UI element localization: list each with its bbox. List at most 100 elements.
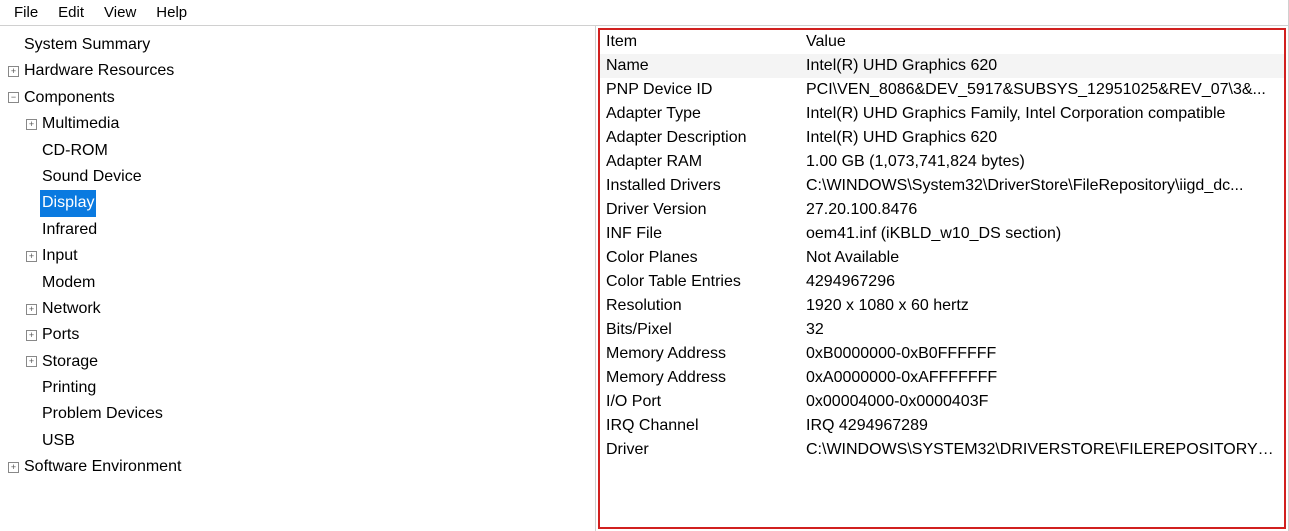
cell-item: Resolution bbox=[600, 294, 800, 318]
tree-item-cd-rom[interactable]: CD-ROM bbox=[8, 138, 591, 164]
tree-item-hardware-resources[interactable]: +Hardware Resources bbox=[8, 58, 591, 84]
cell-value: Not Available bbox=[800, 246, 1284, 270]
cell-value: 0x00004000-0x0000403F bbox=[800, 390, 1284, 414]
tree-item-label: Multimedia bbox=[40, 111, 121, 137]
table-row[interactable]: Adapter RAM1.00 GB (1,073,741,824 bytes) bbox=[600, 150, 1284, 174]
tree-item-components[interactable]: −Components bbox=[8, 85, 591, 111]
cell-item: Adapter Type bbox=[600, 102, 800, 126]
menu-view[interactable]: View bbox=[96, 2, 144, 23]
cell-item: INF File bbox=[600, 222, 800, 246]
menu-file[interactable]: File bbox=[6, 2, 46, 23]
expand-icon[interactable]: + bbox=[26, 119, 37, 130]
tree-item-sound-device[interactable]: Sound Device bbox=[8, 164, 591, 190]
cell-value: 0xA0000000-0xAFFFFFFF bbox=[800, 366, 1284, 390]
expander-spacer bbox=[8, 40, 19, 51]
cell-value: oem41.inf (iKBLD_w10_DS section) bbox=[800, 222, 1284, 246]
cell-value: 0xB0000000-0xB0FFFFFF bbox=[800, 342, 1284, 366]
details-table[interactable]: Item Value NameIntel(R) UHD Graphics 620… bbox=[600, 30, 1284, 462]
menu-edit[interactable]: Edit bbox=[50, 2, 92, 23]
cell-item: Memory Address bbox=[600, 342, 800, 366]
tree-item-usb[interactable]: USB bbox=[8, 428, 591, 454]
cell-value: 1.00 GB (1,073,741,824 bytes) bbox=[800, 150, 1284, 174]
cell-value: IRQ 4294967289 bbox=[800, 414, 1284, 438]
table-row[interactable]: Driver Version27.20.100.8476 bbox=[600, 198, 1284, 222]
table-row[interactable]: IRQ ChannelIRQ 4294967289 bbox=[600, 414, 1284, 438]
column-header-value[interactable]: Value bbox=[800, 30, 1284, 54]
tree-item-label: Input bbox=[40, 243, 80, 269]
collapse-icon[interactable]: − bbox=[8, 92, 19, 103]
cell-value: Intel(R) UHD Graphics 620 bbox=[800, 54, 1284, 78]
tree-item-label: Problem Devices bbox=[40, 401, 165, 427]
details-highlight-box: Item Value NameIntel(R) UHD Graphics 620… bbox=[598, 28, 1286, 529]
table-row[interactable]: Adapter TypeIntel(R) UHD Graphics Family… bbox=[600, 102, 1284, 126]
tree-item-label: CD-ROM bbox=[40, 138, 110, 164]
main-content: System Summary+Hardware Resources−Compon… bbox=[0, 26, 1288, 531]
tree-item-modem[interactable]: Modem bbox=[8, 270, 591, 296]
cell-value: PCI\VEN_8086&DEV_5917&SUBSYS_12951025&RE… bbox=[800, 78, 1284, 102]
table-header-row[interactable]: Item Value bbox=[600, 30, 1284, 54]
table-row[interactable]: PNP Device IDPCI\VEN_8086&DEV_5917&SUBSY… bbox=[600, 78, 1284, 102]
cell-item: Color Table Entries bbox=[600, 270, 800, 294]
cell-item: Name bbox=[600, 54, 800, 78]
table-row[interactable]: Color PlanesNot Available bbox=[600, 246, 1284, 270]
tree-item-input[interactable]: +Input bbox=[8, 243, 591, 269]
tree-item-label: USB bbox=[40, 428, 77, 454]
tree-item-label: Hardware Resources bbox=[22, 58, 176, 84]
tree-item-network[interactable]: +Network bbox=[8, 296, 591, 322]
cell-value: C:\WINDOWS\System32\DriverStore\FileRepo… bbox=[800, 174, 1284, 198]
tree-item-label: Sound Device bbox=[40, 164, 144, 190]
menubar: File Edit View Help bbox=[0, 0, 1288, 26]
table-row[interactable]: I/O Port0x00004000-0x0000403F bbox=[600, 390, 1284, 414]
cell-item: Driver bbox=[600, 438, 800, 462]
tree-item-label: Printing bbox=[40, 375, 98, 401]
cell-item: PNP Device ID bbox=[600, 78, 800, 102]
cell-item: Adapter Description bbox=[600, 126, 800, 150]
cell-value: 32 bbox=[800, 318, 1284, 342]
cell-value: 1920 x 1080 x 60 hertz bbox=[800, 294, 1284, 318]
expand-icon[interactable]: + bbox=[26, 356, 37, 367]
expand-icon[interactable]: + bbox=[26, 304, 37, 315]
expand-icon[interactable]: + bbox=[26, 251, 37, 262]
cell-value: Intel(R) UHD Graphics 620 bbox=[800, 126, 1284, 150]
cell-value: C:\WINDOWS\SYSTEM32\DRIVERSTORE\FILEREPO… bbox=[800, 438, 1284, 462]
column-header-item[interactable]: Item bbox=[600, 30, 800, 54]
cell-item: Bits/Pixel bbox=[600, 318, 800, 342]
cell-item: Color Planes bbox=[600, 246, 800, 270]
tree-item-storage[interactable]: +Storage bbox=[8, 349, 591, 375]
table-row[interactable]: Installed DriversC:\WINDOWS\System32\Dri… bbox=[600, 174, 1284, 198]
tree-item-label: Network bbox=[40, 296, 103, 322]
cell-item: Driver Version bbox=[600, 198, 800, 222]
system-information-window: File Edit View Help System Summary+Hardw… bbox=[0, 0, 1289, 531]
tree-item-label: Modem bbox=[40, 270, 97, 296]
table-row[interactable]: Memory Address0xA0000000-0xAFFFFFFF bbox=[600, 366, 1284, 390]
expand-icon[interactable]: + bbox=[8, 462, 19, 473]
tree-item-multimedia[interactable]: +Multimedia bbox=[8, 111, 591, 137]
table-row[interactable]: Color Table Entries4294967296 bbox=[600, 270, 1284, 294]
tree-item-display[interactable]: Display bbox=[8, 190, 591, 216]
tree-item-software-environment[interactable]: +Software Environment bbox=[8, 454, 591, 480]
menu-help[interactable]: Help bbox=[148, 2, 195, 23]
table-row[interactable]: INF Fileoem41.inf (iKBLD_w10_DS section) bbox=[600, 222, 1284, 246]
category-tree[interactable]: System Summary+Hardware Resources−Compon… bbox=[0, 26, 596, 531]
cell-item: I/O Port bbox=[600, 390, 800, 414]
expand-icon[interactable]: + bbox=[8, 66, 19, 77]
expand-icon[interactable]: + bbox=[26, 330, 37, 341]
tree-item-problem-devices[interactable]: Problem Devices bbox=[8, 401, 591, 427]
tree-item-label: Display bbox=[40, 190, 96, 216]
table-row[interactable]: Resolution1920 x 1080 x 60 hertz bbox=[600, 294, 1284, 318]
cell-item: Memory Address bbox=[600, 366, 800, 390]
tree-item-label: System Summary bbox=[22, 32, 152, 58]
cell-item: IRQ Channel bbox=[600, 414, 800, 438]
table-row[interactable]: NameIntel(R) UHD Graphics 620 bbox=[600, 54, 1284, 78]
tree-item-printing[interactable]: Printing bbox=[8, 375, 591, 401]
table-row[interactable]: Memory Address0xB0000000-0xB0FFFFFF bbox=[600, 342, 1284, 366]
tree-item-infrared[interactable]: Infrared bbox=[8, 217, 591, 243]
tree-item-system-summary[interactable]: System Summary bbox=[8, 32, 591, 58]
cell-value: 27.20.100.8476 bbox=[800, 198, 1284, 222]
cell-item: Installed Drivers bbox=[600, 174, 800, 198]
cell-item: Adapter RAM bbox=[600, 150, 800, 174]
tree-item-ports[interactable]: +Ports bbox=[8, 322, 591, 348]
table-row[interactable]: DriverC:\WINDOWS\SYSTEM32\DRIVERSTORE\FI… bbox=[600, 438, 1284, 462]
table-row[interactable]: Bits/Pixel32 bbox=[600, 318, 1284, 342]
table-row[interactable]: Adapter DescriptionIntel(R) UHD Graphics… bbox=[600, 126, 1284, 150]
